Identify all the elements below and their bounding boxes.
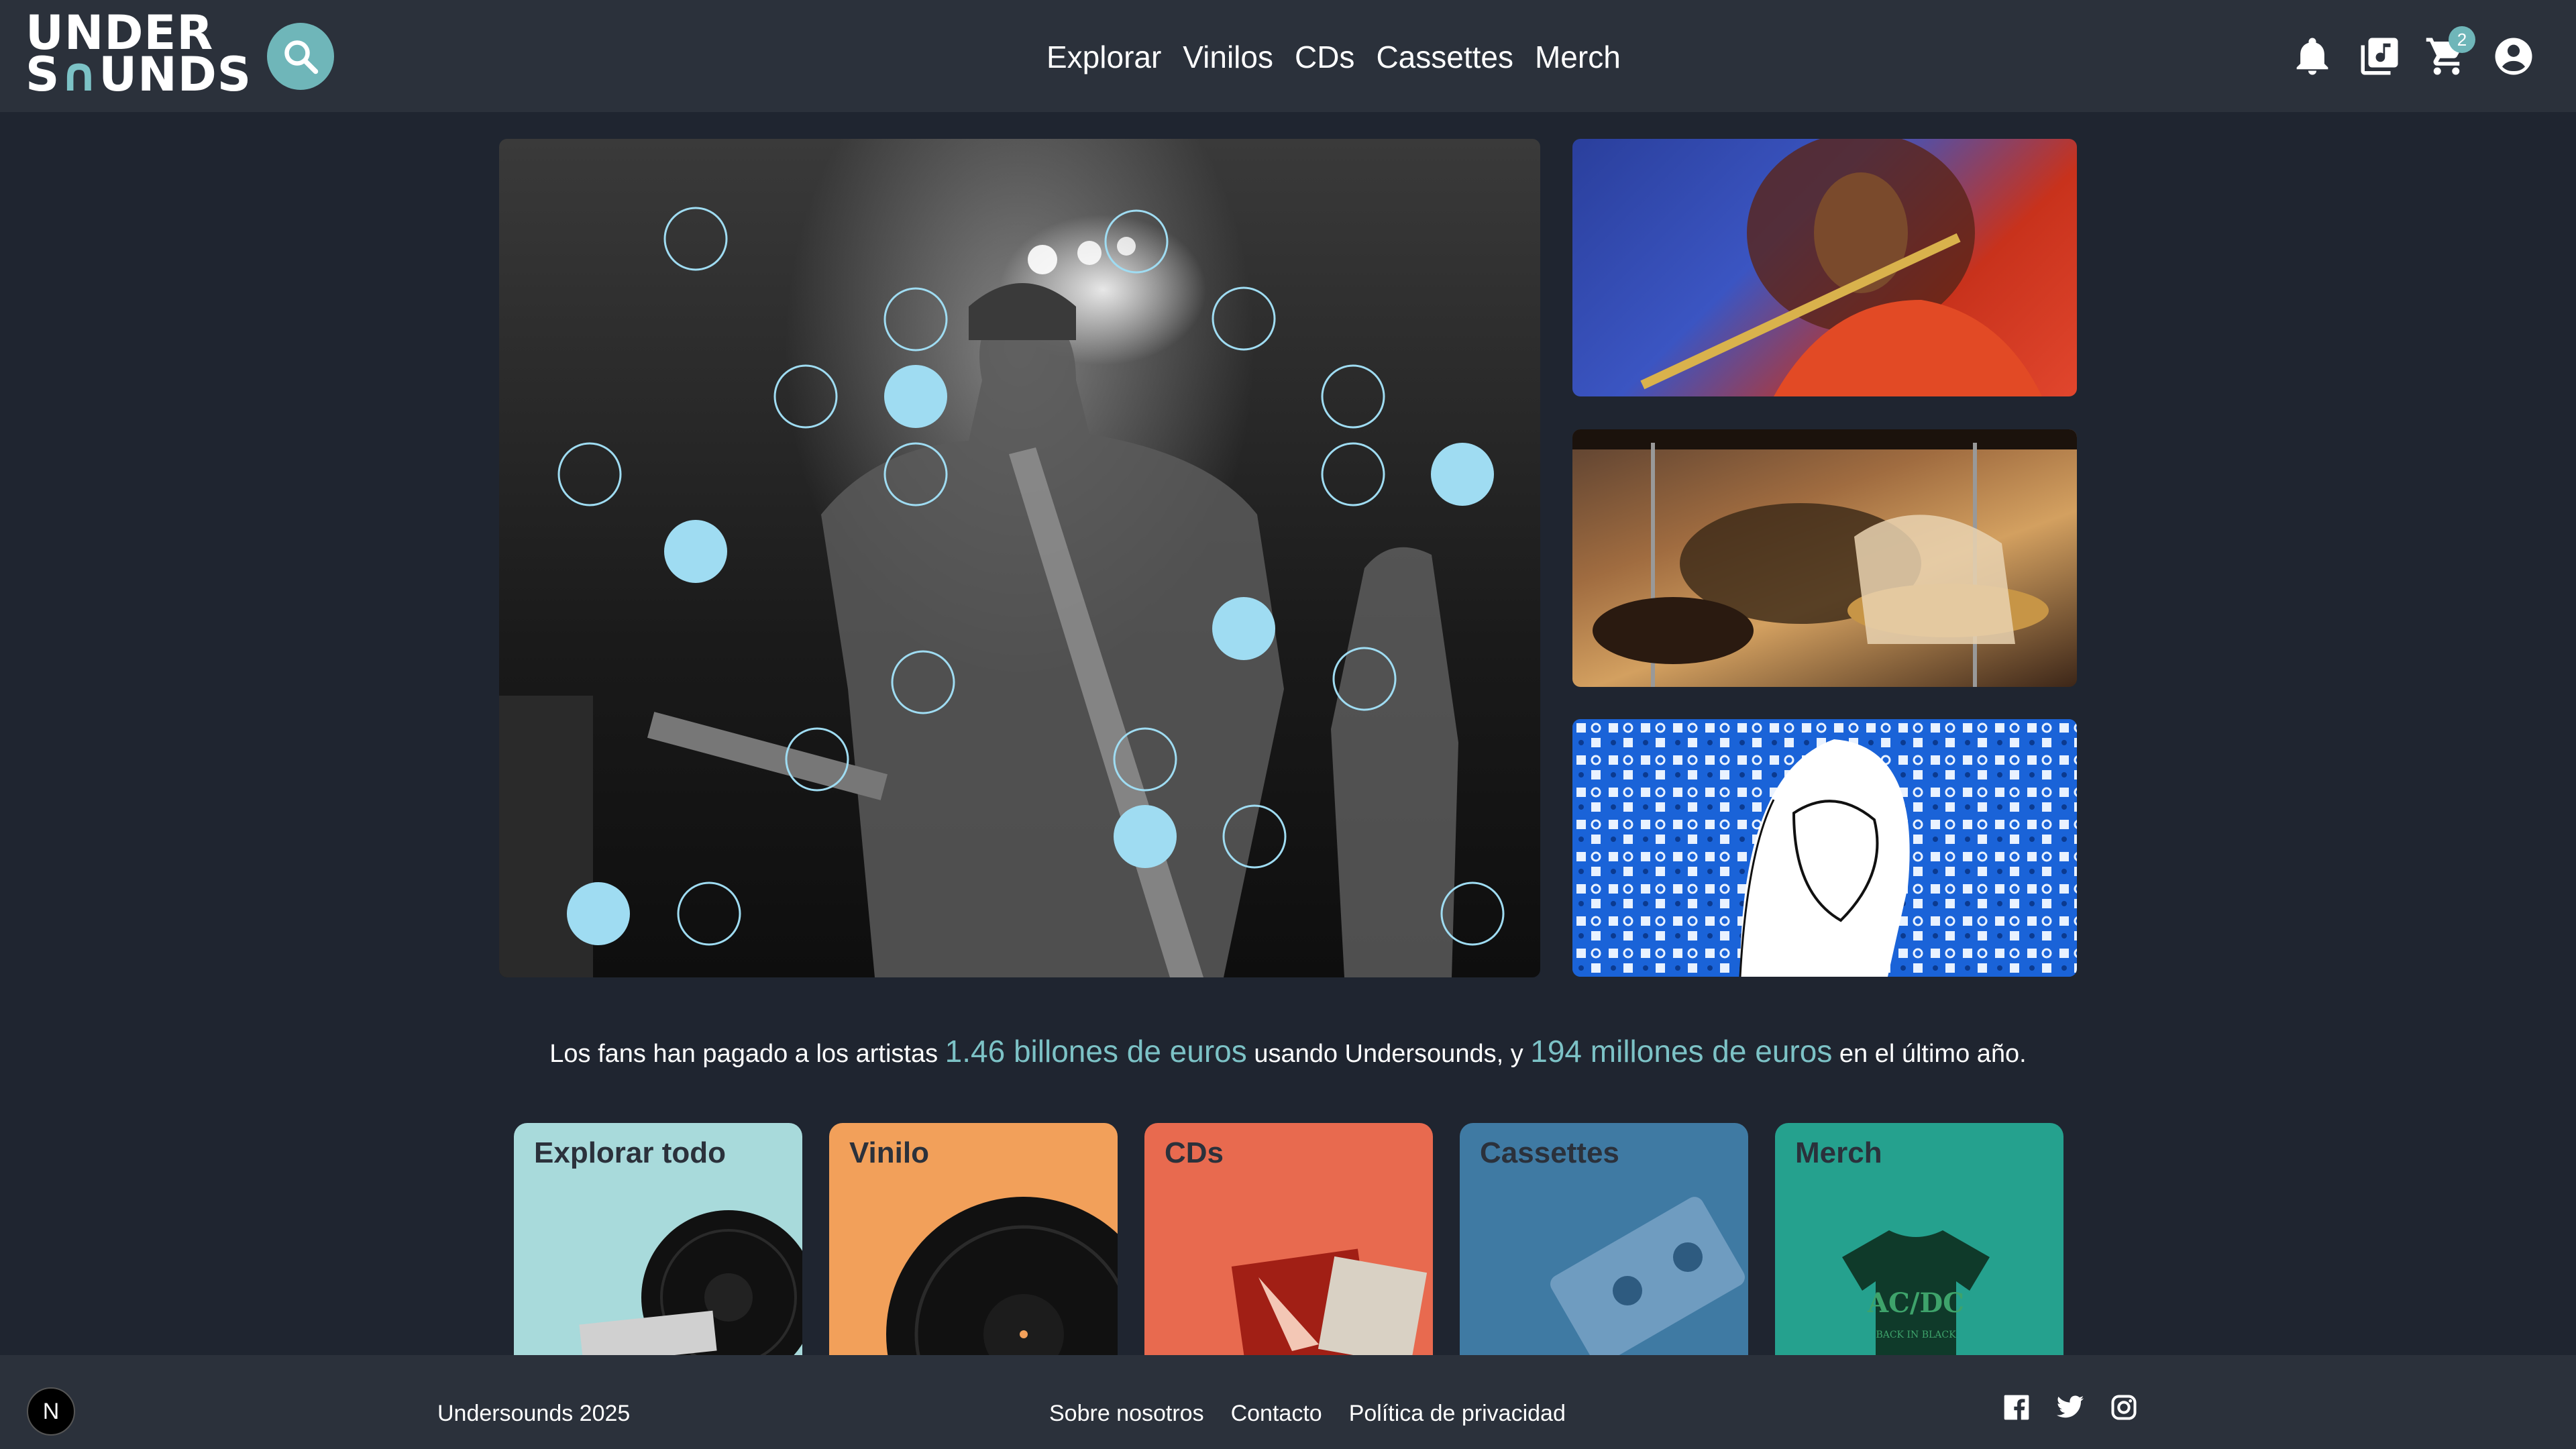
stats-suffix: en el último año. xyxy=(1832,1040,2027,1068)
footer-link-contacto[interactable]: Contacto xyxy=(1231,1401,1322,1427)
cart-button[interactable]: 2 xyxy=(2424,26,2475,78)
facebook-icon[interactable] xyxy=(2002,1393,2031,1422)
search-icon xyxy=(284,40,319,74)
svg-text:AC/DC: AC/DC xyxy=(1867,1287,1964,1319)
side-image-flutist[interactable] xyxy=(1572,139,2077,396)
footer-link-sobre-nosotros[interactable]: Sobre nosotros xyxy=(1049,1401,1204,1427)
instagram-icon[interactable] xyxy=(2109,1393,2139,1422)
headphones-icon: ∩ xyxy=(60,47,99,102)
hero-illustration xyxy=(499,207,1505,977)
category-card-vinilo[interactable]: Vinilo xyxy=(829,1123,1118,1355)
flutist-illustration xyxy=(1640,139,2042,396)
stats-amount-total: 1.46 billones de euros xyxy=(945,1034,1247,1069)
music-library-button[interactable] xyxy=(2357,34,2402,78)
portrait-illustration xyxy=(1572,719,2077,977)
nav-merch[interactable]: Merch xyxy=(1535,39,1621,75)
category-label: CDs xyxy=(1165,1136,1224,1169)
side-image-drummer[interactable] xyxy=(1572,429,2077,687)
copyright-text: Undersounds 2025 xyxy=(437,1401,631,1426)
stats-middle: usando Undersounds, y xyxy=(1246,1040,1531,1068)
footer-links: Sobre nosotros Contacto Política de priv… xyxy=(1049,1401,1566,1427)
stats-amount-year: 194 millones de euros xyxy=(1530,1034,1833,1069)
notifications-button[interactable] xyxy=(2290,34,2334,78)
stats-banner: Los fans han pagado a los artistas 1.46 … xyxy=(0,1033,2576,1069)
account-icon xyxy=(2495,38,2532,75)
nav-explorar[interactable]: Explorar xyxy=(1046,39,1161,75)
footer: N Undersounds 2025 Sobre nosotros Contac… xyxy=(0,1355,2576,1449)
category-card-cds[interactable]: CDs xyxy=(1144,1123,1433,1355)
drummer-illustration xyxy=(1572,429,2077,687)
category-label: Merch xyxy=(1795,1136,1882,1169)
search-button[interactable] xyxy=(267,23,334,90)
logo-letter-s: S xyxy=(25,47,60,102)
hero-concert-image[interactable] xyxy=(499,139,1540,977)
logo[interactable]: UNDER S∩UNDS xyxy=(25,9,251,99)
top-navbar: UNDER S∩UNDS Explorar Vinilos CDs Casset… xyxy=(0,0,2576,112)
category-label: Explorar todo xyxy=(534,1136,727,1169)
category-label: Vinilo xyxy=(849,1136,929,1169)
twitter-icon[interactable] xyxy=(2055,1393,2085,1422)
cart-count-badge: 2 xyxy=(2449,26,2475,53)
category-card-cassettes[interactable]: Cassettes xyxy=(1460,1123,1748,1355)
side-image-portrait-art[interactable] xyxy=(1572,719,2077,977)
nav-cassettes[interactable]: Cassettes xyxy=(1376,39,1513,75)
social-links xyxy=(2002,1393,2139,1422)
music-library-icon xyxy=(2361,38,2398,75)
category-label: Cassettes xyxy=(1480,1136,1619,1169)
footer-link-privacidad[interactable]: Política de privacidad xyxy=(1349,1401,1566,1427)
header-actions: 2 xyxy=(2290,24,2536,89)
dev-indicator-badge[interactable]: N xyxy=(27,1387,75,1436)
category-card-merch[interactable]: AC/DC BACK IN BLACK Merch xyxy=(1775,1123,2063,1355)
bell-icon xyxy=(2296,38,2328,75)
svg-text:BACK IN BLACK: BACK IN BLACK xyxy=(1876,1330,1956,1340)
category-card-explorar-todo[interactable]: Explorar todo xyxy=(514,1123,802,1355)
logo-line2: S∩UNDS xyxy=(25,51,251,98)
logo-line2-rest: UNDS xyxy=(99,47,252,102)
nav-cds[interactable]: CDs xyxy=(1295,39,1354,75)
nav-vinilos[interactable]: Vinilos xyxy=(1183,39,1273,75)
account-button[interactable] xyxy=(2491,34,2536,78)
stats-prefix: Los fans han pagado a los artistas xyxy=(549,1040,945,1068)
main-nav: Explorar Vinilos CDs Cassettes Merch xyxy=(1046,34,1621,80)
